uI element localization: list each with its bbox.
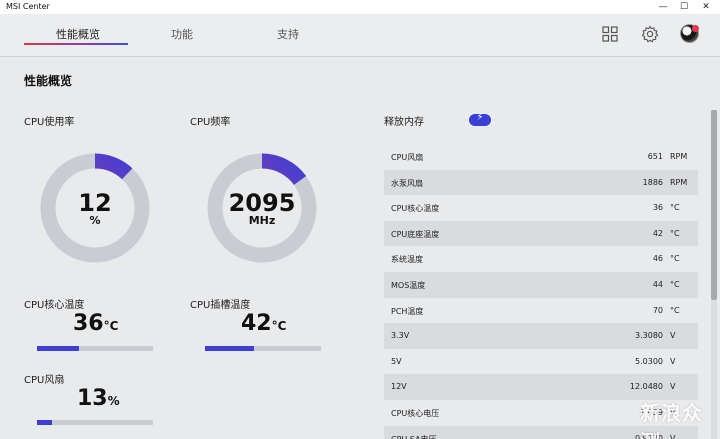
sensor-unit: °C: [670, 203, 680, 213]
sensor-unit: °C: [670, 228, 680, 238]
table-row: CPU底座温度 42 °C: [384, 220, 698, 247]
cpu-socket-temp-unit: °C: [271, 319, 287, 333]
app-header: 性能概览 功能 支持: [0, 14, 720, 56]
sensor-unit: V: [670, 356, 676, 366]
table-row: CPU核心温度 36 °C: [384, 195, 698, 221]
sensor-value: 3.3080: [635, 331, 663, 341]
header-divider: [0, 56, 720, 57]
cpu-fan-bar: [37, 420, 153, 425]
sensor-value: 651: [647, 152, 663, 161]
sensor-value: 36: [652, 203, 663, 213]
sensor-unit: RPM: [670, 152, 688, 161]
cpu-socket-temp-bar: [205, 346, 321, 351]
sensor-name: 3.3V: [391, 331, 410, 341]
cpu-socket-temp-value: 42: [241, 311, 272, 336]
cpu-socket-temp-label: CPU插槽温度: [190, 300, 251, 311]
sensor-name: PCH温度: [391, 306, 424, 316]
notification-dot: [692, 25, 699, 32]
sensor-value: 12.0480: [629, 382, 663, 392]
cpu-freq-value: 2095: [228, 189, 296, 217]
table-row: MOS温度 44 °C: [384, 271, 698, 298]
sensor-unit: °C: [670, 279, 680, 289]
table-row: PCH温度 70 °C: [384, 298, 698, 324]
cpu-core-temp-readout: 36°C: [73, 311, 118, 336]
sensor-name: 系统温度: [391, 255, 423, 265]
cpu-freq-unit: MHz: [248, 214, 276, 227]
sensor-value: 70: [652, 305, 663, 315]
sensor-value: 5.0300: [635, 356, 663, 366]
page-title: 性能概览: [24, 74, 73, 88]
sensor-name: CPU SA电压: [391, 434, 437, 439]
sensor-name: 12V: [391, 382, 407, 392]
table-row: 5V 5.0300 V: [384, 349, 698, 375]
grid-icon[interactable]: [601, 25, 619, 43]
cpu-usage-value: 12: [78, 189, 112, 217]
cpu-core-temp-label: CPU核心温度: [24, 300, 85, 311]
cpu-core-temp-unit: °C: [103, 319, 119, 333]
scrollbar-thumb[interactable]: [711, 110, 717, 300]
sensor-unit: RPM: [670, 177, 688, 187]
maximize-button[interactable]: ☐: [675, 0, 693, 14]
table-row: 水泵风扇 1886 RPM: [384, 169, 698, 196]
sensor-name: CPU风扇: [391, 153, 424, 162]
sensor-unit: V: [670, 382, 676, 392]
cpu-usage-unit: %: [89, 214, 101, 227]
sensor-unit: °C: [670, 254, 680, 264]
sensor-value: 46: [652, 254, 663, 264]
cpu-fan-unit: %: [107, 394, 120, 408]
table-row: CPU风扇 651 RPM: [384, 144, 698, 170]
cpu-core-temp-value: 36: [73, 311, 104, 336]
lightning-icon: ⚡: [476, 112, 484, 123]
tab-performance-overview[interactable]: 性能概览: [56, 26, 100, 42]
cpu-fan-readout: 13%: [77, 386, 120, 411]
tab-support[interactable]: 支持: [277, 26, 299, 42]
sensor-value: 44: [652, 279, 663, 289]
cpu-fan-label: CPU风扇: [24, 375, 65, 386]
cpu-freq-label: CPU频率: [190, 117, 231, 128]
minimize-button[interactable]: —: [654, 0, 672, 14]
sensor-value: 1886: [642, 177, 663, 187]
cpu-core-temp-bar-fill: [37, 346, 79, 351]
release-memory-button[interactable]: ⚡: [469, 112, 491, 126]
close-button[interactable]: ✕: [697, 0, 715, 14]
gear-icon[interactable]: [641, 25, 659, 43]
sensor-value: 42: [652, 228, 663, 238]
sensor-name: 水泵风扇: [391, 178, 423, 188]
sensor-name: CPU核心温度: [391, 204, 440, 214]
table-row: 3.3V 3.3080 V: [384, 323, 698, 349]
sensor-name: 5V: [391, 356, 402, 366]
window-titlebar: MSI Center: [0, 0, 720, 14]
watermark-text: 新浪众测: [640, 401, 703, 439]
cpu-usage-label: CPU使用率: [24, 117, 75, 128]
sensor-unit: °C: [670, 305, 680, 315]
watermark: 新浪众测: [630, 395, 720, 439]
table-row: 系统温度 46 °C: [384, 246, 698, 272]
window-title: MSI Center: [6, 2, 50, 11]
sensor-name: MOS温度: [391, 280, 426, 290]
tab-features[interactable]: 功能: [171, 26, 193, 42]
sensor-unit: V: [670, 331, 676, 341]
sensor-name: CPU底座温度: [391, 229, 440, 239]
sensor-name: CPU核心电压: [391, 408, 440, 418]
cpu-fan-value: 13: [77, 386, 108, 411]
cpu-socket-temp-bar-fill: [205, 346, 254, 351]
cpu-socket-temp-readout: 42°C: [241, 311, 286, 336]
cpu-core-temp-bar: [37, 346, 153, 351]
release-memory-label: 释放内存: [384, 117, 424, 128]
cpu-fan-bar-fill: [37, 420, 53, 425]
active-tab-indicator: [24, 43, 128, 45]
